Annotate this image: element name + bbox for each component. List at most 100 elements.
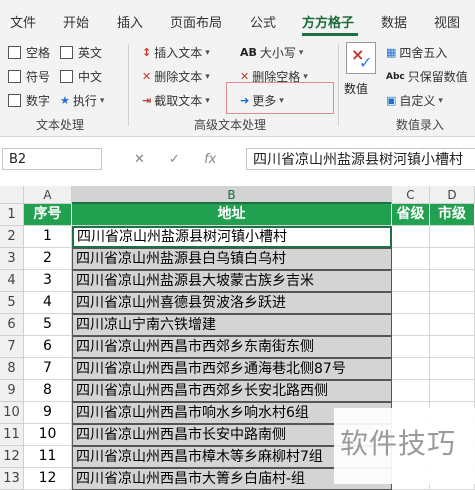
- tab-data[interactable]: 数据: [381, 12, 407, 31]
- checkbox-box[interactable]: [8, 70, 21, 83]
- seq-cell[interactable]: 6: [24, 336, 72, 358]
- seq-cell[interactable]: 3: [24, 270, 72, 292]
- checkbox-label: 中文: [78, 70, 103, 84]
- seq-cell[interactable]: 1: [24, 226, 72, 248]
- address-cell[interactable]: 四川省凉山州盐源县白乌镇白乌村: [72, 248, 392, 270]
- city-cell[interactable]: [430, 226, 475, 248]
- row-header[interactable]: 10: [0, 402, 24, 424]
- cancel-icon[interactable]: ✕: [134, 152, 145, 167]
- checkbox-box[interactable]: [60, 70, 73, 83]
- address-cell[interactable]: 四川省凉山州西昌市西郊乡通海巷北侧87号: [72, 358, 392, 380]
- insert-text-button[interactable]: ↕ 插入文本 ▾: [142, 44, 210, 61]
- tab-insert[interactable]: 插入: [117, 12, 143, 31]
- cut-text-label: 截取文本: [154, 94, 203, 108]
- column-header-d[interactable]: D: [430, 186, 475, 204]
- header-cell-city[interactable]: 市级: [430, 204, 475, 226]
- city-cell[interactable]: [430, 292, 475, 314]
- custom-button[interactable]: ▣ 自定义 ▾: [386, 92, 443, 109]
- chevron-down-icon: ▾: [205, 71, 210, 82]
- row-header[interactable]: 6: [0, 314, 24, 336]
- checkbox-number[interactable]: 数字: [8, 92, 50, 109]
- checkbox-symbol[interactable]: 符号: [8, 68, 50, 85]
- row-header[interactable]: 7: [0, 336, 24, 358]
- row-header[interactable]: 5: [0, 292, 24, 314]
- cut-text-button[interactable]: ⇥ 截取文本 ▾: [142, 92, 210, 109]
- chevron-down-icon: ▾: [99, 95, 105, 106]
- row-header[interactable]: 11: [0, 424, 24, 446]
- checkbox-box[interactable]: [8, 46, 21, 59]
- city-cell[interactable]: [430, 314, 475, 336]
- province-cell[interactable]: [392, 380, 430, 402]
- case-button[interactable]: AB 大小写 ▾: [240, 44, 303, 61]
- city-cell[interactable]: [430, 358, 475, 380]
- checkbox-box[interactable]: [8, 94, 21, 107]
- select-all-corner[interactable]: [0, 186, 24, 204]
- address-cell[interactable]: 四川省凉山州盐源县树河镇小槽村: [72, 226, 392, 248]
- values-button[interactable]: × ✓ 数值: [344, 42, 376, 96]
- header-cell-province[interactable]: 省级: [392, 204, 430, 226]
- province-cell[interactable]: [392, 314, 430, 336]
- city-cell[interactable]: [430, 380, 475, 402]
- header-cell-seq[interactable]: 序号: [24, 204, 72, 226]
- tab-view[interactable]: 视图: [434, 12, 460, 31]
- address-cell[interactable]: 四川凉山宁南六铁增建: [72, 314, 392, 336]
- row-header[interactable]: 9: [0, 380, 24, 402]
- checkbox-box[interactable]: [60, 46, 73, 59]
- confirm-icon[interactable]: ✓: [169, 152, 180, 167]
- seq-cell[interactable]: 2: [24, 248, 72, 270]
- checkbox-english[interactable]: 英文: [60, 44, 102, 61]
- tab-formulas[interactable]: 公式: [250, 12, 276, 31]
- name-box[interactable]: B2: [2, 148, 102, 170]
- column-header-a[interactable]: A: [24, 186, 72, 204]
- province-cell[interactable]: [392, 336, 430, 358]
- province-cell[interactable]: [392, 358, 430, 380]
- row-header[interactable]: 4: [0, 270, 24, 292]
- row-header[interactable]: 8: [0, 358, 24, 380]
- insert-function-icon[interactable]: fx: [204, 152, 216, 167]
- round-button[interactable]: ▦ 四舍五入: [386, 44, 447, 61]
- seq-cell[interactable]: 7: [24, 358, 72, 380]
- round-icon: ▦: [386, 46, 397, 59]
- execute-button[interactable]: ★ 执行 ▾: [60, 92, 104, 109]
- row-header[interactable]: 13: [0, 468, 24, 490]
- province-cell[interactable]: [392, 248, 430, 270]
- keep-values-button[interactable]: Abc 只保留数值: [386, 68, 468, 85]
- header-cell-address[interactable]: 地址: [72, 204, 392, 226]
- keep-values-label: 只保留数值: [407, 70, 468, 84]
- seq-cell[interactable]: 9: [24, 402, 72, 424]
- address-cell[interactable]: 四川省凉山州喜德县贺波洛乡跃进: [72, 292, 392, 314]
- row-header[interactable]: 12: [0, 446, 24, 468]
- row-header[interactable]: 3: [0, 248, 24, 270]
- menu-bar: 文件 开始 插入 页面布局 公式 方方格子 数据 视图: [0, 0, 475, 38]
- delete-text-button[interactable]: ✕ 删除文本 ▾: [142, 68, 210, 85]
- city-cell[interactable]: [430, 270, 475, 292]
- column-header-b[interactable]: B: [72, 186, 392, 204]
- tab-fangfang[interactable]: 方方格子: [302, 12, 354, 31]
- address-cell[interactable]: 四川省凉山州盐源县大坡蒙古族乡吉米: [72, 270, 392, 292]
- seq-cell[interactable]: 10: [24, 424, 72, 446]
- seq-cell[interactable]: 5: [24, 314, 72, 336]
- tab-home[interactable]: 开始: [63, 12, 89, 31]
- row-header[interactable]: 1: [0, 204, 24, 226]
- column-header-c[interactable]: C: [392, 186, 430, 204]
- row-header[interactable]: 2: [0, 226, 24, 248]
- checkbox-space[interactable]: 空格: [8, 44, 50, 61]
- province-cell[interactable]: [392, 292, 430, 314]
- seq-cell[interactable]: 12: [24, 468, 72, 490]
- province-cell[interactable]: [392, 270, 430, 292]
- tab-page-layout[interactable]: 页面布局: [170, 12, 222, 31]
- seq-cell[interactable]: 4: [24, 292, 72, 314]
- checkbox-label: 空格: [26, 46, 51, 60]
- province-cell[interactable]: [392, 226, 430, 248]
- checkbox-chinese[interactable]: 中文: [60, 68, 102, 85]
- seq-cell[interactable]: 11: [24, 446, 72, 468]
- address-cell[interactable]: 四川省凉山州西昌市西郊乡长安北路西侧: [72, 380, 392, 402]
- formula-input[interactable]: 四川省凉山州盐源县树河镇小槽村: [246, 148, 475, 170]
- address-cell[interactable]: 四川省凉山州西昌市西郊乡东南街东侧: [72, 336, 392, 358]
- chevron-down-icon: ▾: [438, 95, 443, 106]
- city-cell[interactable]: [430, 336, 475, 358]
- city-cell[interactable]: [430, 248, 475, 270]
- tab-file[interactable]: 文件: [10, 12, 36, 31]
- group-label-advanced-text: 高级文本处理: [194, 118, 267, 132]
- seq-cell[interactable]: 8: [24, 380, 72, 402]
